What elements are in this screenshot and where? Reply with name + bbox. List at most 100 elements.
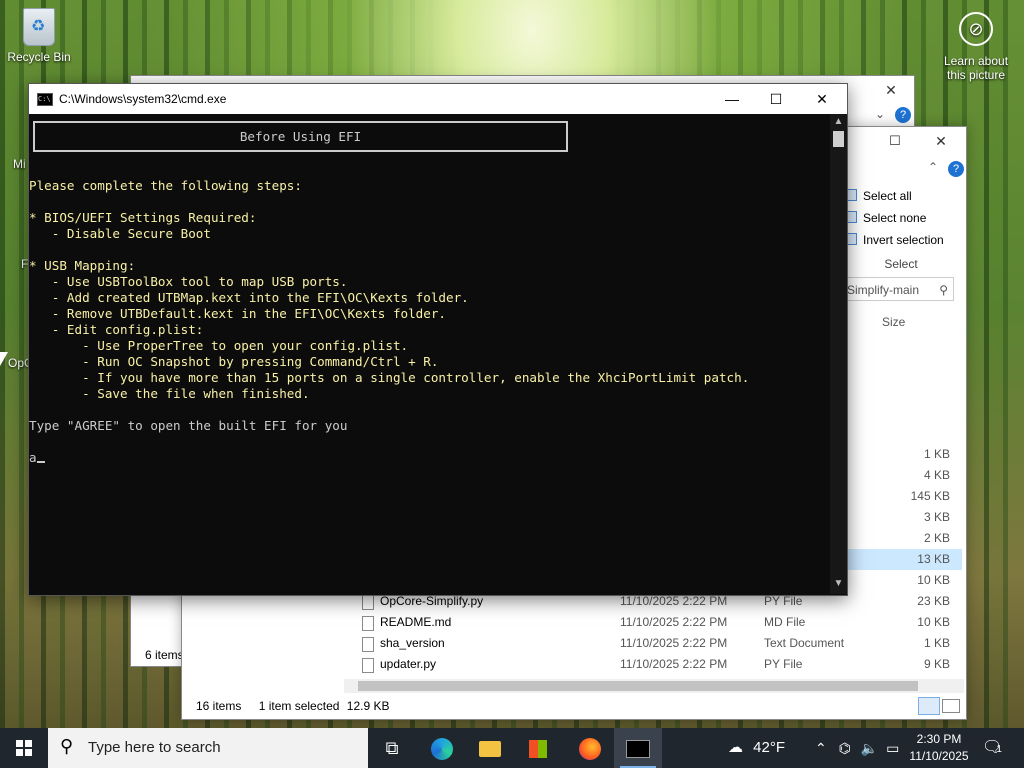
status-bar: 16 items 1 item selected 12.9 KB <box>196 699 403 713</box>
input-icon[interactable]: ▭ <box>886 740 899 756</box>
terminal-input-line[interactable]: a <box>29 450 45 466</box>
taskbar-search-placeholder: Type here to search <box>88 739 221 756</box>
terminal-line: - Save the file when finished. <box>29 386 310 401</box>
select-none-button[interactable]: Select none <box>845 211 926 225</box>
chevron-down-icon[interactable]: ⌄ <box>875 107 885 121</box>
scroll-down-arrow-icon[interactable]: ▼ <box>830 578 847 589</box>
file-size: 2 KB <box>923 531 950 545</box>
terminal-line: - Use ProperTree to open your config.pli… <box>29 338 409 353</box>
file-type: MD File <box>764 615 806 629</box>
weather-cloud-icon: ☁ <box>728 739 743 756</box>
recycle-bin-graphic <box>23 8 55 46</box>
terminal-line: - Run OC Snapshot by pressing Command/Ct… <box>29 354 439 369</box>
horizontal-scrollbar[interactable] <box>344 679 964 693</box>
file-size: 3 KB <box>923 510 950 524</box>
close-button[interactable]: ✕ <box>868 76 914 104</box>
clock-date: 11/10/2025 <box>909 749 969 763</box>
mouse-pointer-icon <box>0 352 8 366</box>
file-date: 11/10/2025 2:22 PM <box>620 615 728 629</box>
chevron-up-icon[interactable]: ⌃ <box>928 160 938 174</box>
search-input[interactable]: Simplify-main ⚲ <box>842 277 954 301</box>
status-selected-size: 12.9 KB <box>346 699 390 713</box>
search-placeholder: Simplify-main <box>847 283 920 297</box>
clock[interactable]: 2:30 PM 11/10/2025 <box>906 731 972 765</box>
file-size: 10 KB <box>917 573 950 587</box>
recycle-bin-icon[interactable]: Recycle Bin <box>4 8 74 64</box>
terminal-line: * BIOS/UEFI Settings Required: <box>29 210 257 225</box>
file-date: 11/10/2025 2:22 PM <box>620 636 728 650</box>
cmd-title: C:\Windows\system32\cmd.exe <box>59 92 227 106</box>
file-row[interactable]: sha_version 11/10/2025 2:22 PM Text Docu… <box>342 633 962 654</box>
scroll-up-arrow-icon[interactable]: ▲ <box>830 116 847 127</box>
learn-about-picture-label: Learn about this picture <box>943 54 1009 82</box>
file-type: PY File <box>764 657 803 671</box>
weather-widget[interactable]: ☁ 42°F <box>728 728 785 768</box>
select-all-button[interactable]: Select all <box>845 189 912 203</box>
invert-selection-button[interactable]: Invert selection <box>845 233 944 247</box>
details-view-button[interactable] <box>918 697 940 715</box>
desktop-icon-label-fragment: Mi <box>13 157 26 171</box>
edge-icon[interactable] <box>418 728 466 768</box>
windows-logo-icon <box>16 740 32 756</box>
file-icon <box>362 637 374 652</box>
system-tray: ⌃ ⌬ 🔈 ▭ <box>815 728 899 768</box>
terminal-line: - If you have more than 15 ports on a si… <box>29 370 750 385</box>
terminal-line: - Remove UTBDefault.kext in the EFI\OC\K… <box>29 306 447 321</box>
ribbon-group-label: Select <box>884 257 918 271</box>
firefox-icon[interactable] <box>566 728 614 768</box>
close-button[interactable]: ✕ <box>918 127 964 155</box>
file-row[interactable]: README.md 11/10/2025 2:22 PM MD File 10 … <box>342 612 962 633</box>
notification-count: 1 <box>996 744 1002 755</box>
clock-time: 2:30 PM <box>916 732 962 746</box>
terminal-line: * USB Mapping: <box>29 258 136 273</box>
task-view-icon[interactable]: ⧉ <box>368 728 416 768</box>
cmd-window[interactable]: C:\ C:\Windows\system32\cmd.exe — ☐ ✕ Be… <box>28 83 848 596</box>
file-size: 9 KB <box>923 657 950 671</box>
file-size: 1 KB <box>923 636 950 650</box>
chevron-up-icon[interactable]: ⌃ <box>815 740 827 756</box>
volume-icon[interactable]: 🔈 <box>861 740 878 756</box>
cmd-titlebar[interactable]: C:\ C:\Windows\system32\cmd.exe — ☐ ✕ <box>29 84 847 114</box>
terminal-input[interactable]: a <box>29 450 37 465</box>
learn-about-picture-icon[interactable]: ⊘ Learn about this picture <box>940 12 1012 82</box>
terminal-output[interactable]: Before Using EFI Please complete the fol… <box>29 114 829 594</box>
file-size: 1 KB <box>923 447 950 461</box>
column-header-size[interactable]: Size <box>882 315 905 329</box>
status-item-count: 16 items <box>196 699 242 713</box>
cmd-icon: C:\ <box>37 93 53 106</box>
file-icon <box>362 658 374 673</box>
store-icon[interactable] <box>514 728 562 768</box>
file-name: updater.py <box>380 657 437 671</box>
text-cursor <box>36 461 45 463</box>
file-explorer-icon[interactable] <box>466 728 514 768</box>
notification-icon[interactable]: 🗨1 <box>982 737 1002 757</box>
file-icon <box>362 616 374 631</box>
maximize-button[interactable]: ☐ <box>872 127 918 155</box>
vertical-scrollbar[interactable]: ▲ ▼ <box>830 114 847 594</box>
search-icon: ⚲ <box>939 283 948 297</box>
help-icon[interactable]: ? <box>895 107 911 123</box>
close-button[interactable]: ✕ <box>799 84 845 114</box>
file-size: 10 KB <box>917 615 950 629</box>
terminal-banner: Before Using EFI <box>33 121 568 152</box>
search-icon: ⚲ <box>60 736 74 756</box>
terminal-line: - Use USBToolBox tool to map USB ports. <box>29 274 348 289</box>
file-size: 145 KB <box>910 489 950 503</box>
network-icon[interactable]: ⌬ <box>839 740 851 756</box>
file-size: 23 KB <box>917 594 950 608</box>
help-icon[interactable]: ? <box>948 161 964 177</box>
scrollbar-thumb[interactable] <box>833 131 844 147</box>
scrollbar-thumb[interactable] <box>358 681 918 691</box>
terminal-line: Please complete the following steps: <box>29 178 302 193</box>
taskbar-search-box[interactable]: ⚲ Type here to search <box>48 728 368 768</box>
maximize-button[interactable]: ☐ <box>753 84 799 114</box>
recycle-bin-label: Recycle Bin <box>7 50 71 64</box>
file-icon <box>362 595 374 610</box>
file-name: sha_version <box>380 636 445 650</box>
cmd-taskbar-icon[interactable] <box>614 728 662 768</box>
minimize-button[interactable]: — <box>709 84 755 114</box>
large-icons-view-button[interactable] <box>942 699 960 713</box>
file-row[interactable]: updater.py 11/10/2025 2:22 PM PY File 9 … <box>342 654 962 675</box>
taskbar: ⚲ Type here to search ⧉ ☁ 42°F ⌃ ⌬ 🔈 ▭ 2… <box>0 728 1024 768</box>
start-button[interactable] <box>0 728 48 768</box>
